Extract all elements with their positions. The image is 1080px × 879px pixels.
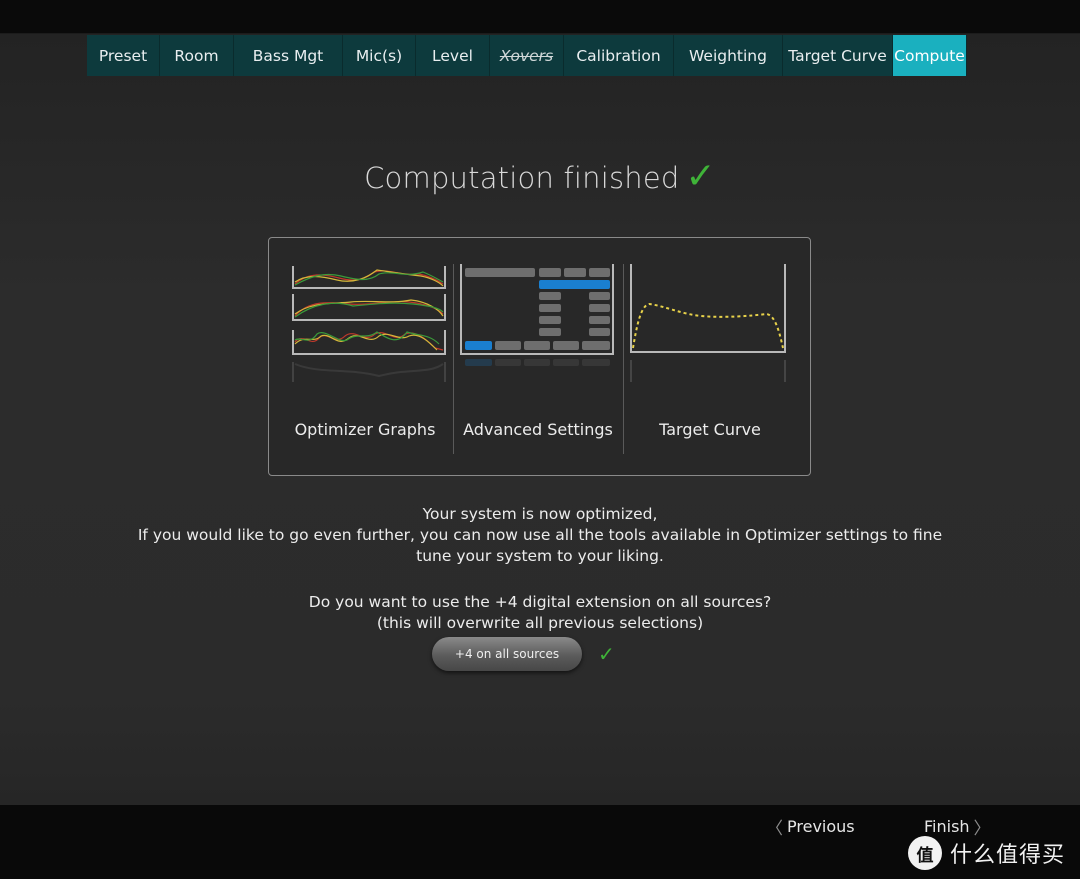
tab-label: Room (174, 46, 219, 65)
target-curve-label: Target Curve (659, 420, 761, 439)
tab-label: Bass Mgt (252, 46, 324, 65)
plus4-all-sources-button[interactable]: +4 on all sources (432, 637, 582, 671)
target-curve-thumbnail-icon (630, 264, 786, 382)
tab-label: Compute (894, 46, 965, 65)
title-text: Computation finished (364, 161, 680, 195)
tab-mics[interactable]: Mic(s) (343, 35, 416, 76)
tab-label: Level (432, 46, 473, 65)
divider (623, 264, 624, 454)
tab-label: Target Curve (788, 46, 887, 65)
target-curve-option[interactable]: Target Curve (625, 238, 795, 477)
top-bar (0, 0, 1080, 33)
tab-level[interactable]: Level (416, 35, 490, 76)
tab-calibration[interactable]: Calibration (564, 35, 674, 76)
tab-xovers: Xovers (490, 35, 564, 76)
app-window: Preset Room Bass Mgt Mic(s) Level Xovers… (0, 0, 1080, 879)
extension-question: Do you want to use the +4 digital extens… (308, 593, 772, 611)
watermark-text: 什么值得买 (950, 843, 1066, 868)
settings-grid-thumbnail-icon (460, 264, 614, 366)
previous-label: Previous (787, 817, 855, 836)
optimizer-graphs-option[interactable]: Optimizer Graphs (279, 238, 451, 477)
page-title: Computation finished ✓ (0, 156, 1080, 197)
optimized-message-line1: Your system is now optimized, (422, 505, 658, 523)
check-icon: ✓ (598, 642, 615, 666)
tab-bass-mgt[interactable]: Bass Mgt (234, 35, 343, 76)
tab-label: Calibration (576, 46, 661, 65)
optimized-message-line3: tune your system to your liking. (416, 547, 664, 565)
optimizer-graphs-label: Optimizer Graphs (294, 420, 436, 439)
tab-label: Mic(s) (355, 46, 403, 65)
wizard-tabs: Preset Room Bass Mgt Mic(s) Level Xovers… (87, 35, 967, 76)
optimizer-tools-panel: Optimizer Graphs Advanced Settings Targe… (268, 237, 811, 476)
check-icon: ✓ (685, 156, 716, 197)
advanced-settings-label: Advanced Settings (463, 420, 613, 439)
divider (453, 264, 454, 454)
watermark: 值 什么值得买 (908, 836, 1065, 870)
tab-label: Xovers (499, 46, 554, 65)
finish-label: Finish (924, 817, 970, 836)
tab-weighting[interactable]: Weighting (674, 35, 783, 76)
tab-room[interactable]: Room (160, 35, 234, 76)
chevron-left-icon: 〈 (766, 819, 783, 839)
tab-label: Preset (98, 46, 148, 65)
optimized-message-line2: If you would like to go even further, yo… (137, 526, 943, 544)
advanced-settings-option[interactable]: Advanced Settings (455, 238, 621, 477)
tab-target-curve[interactable]: Target Curve (783, 35, 893, 76)
graphs-thumbnail-icon (292, 266, 446, 382)
tab-label: Weighting (689, 46, 767, 65)
tab-preset[interactable]: Preset (87, 35, 160, 76)
extension-note: (this will overwrite all previous select… (376, 614, 704, 632)
watermark-logo: 值 (908, 836, 942, 870)
tab-compute[interactable]: Compute (893, 35, 967, 76)
previous-button[interactable]: 〈 Previous (766, 814, 855, 839)
